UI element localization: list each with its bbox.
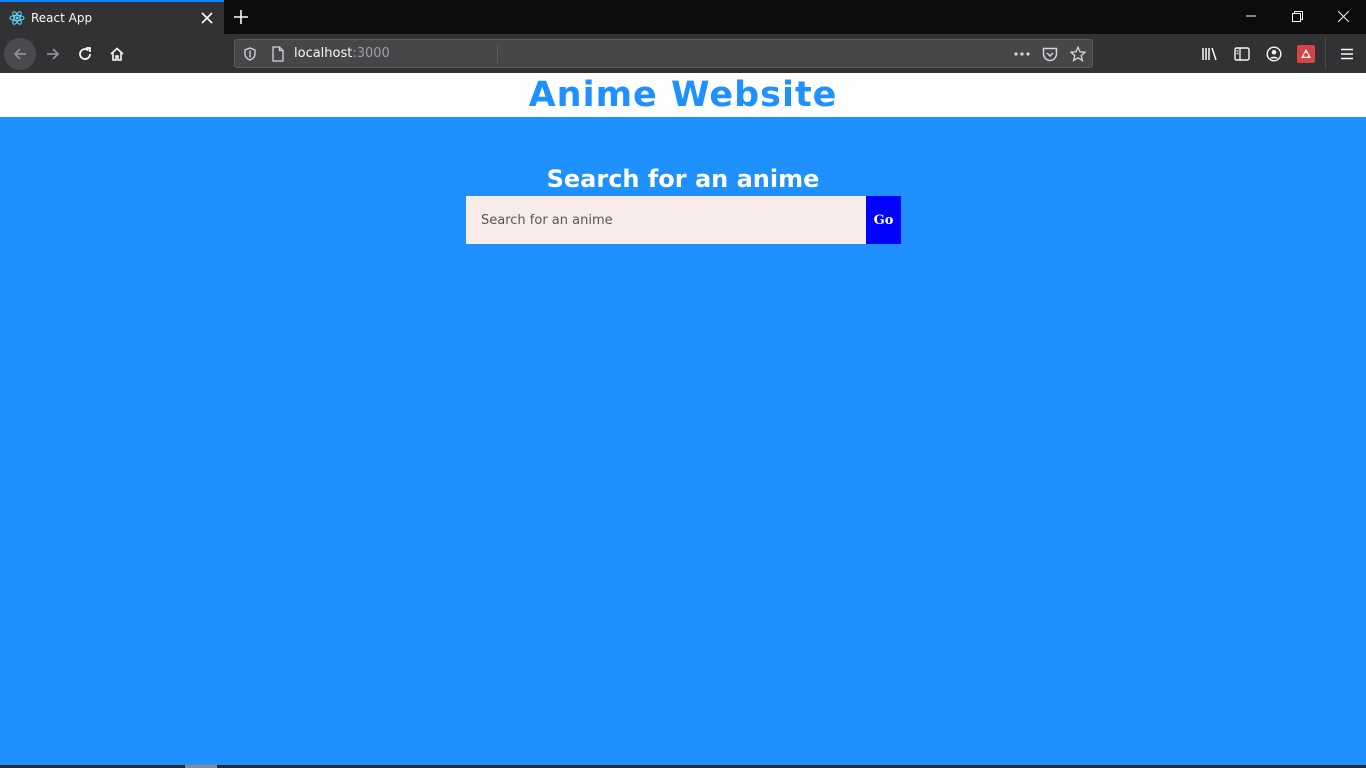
go-button[interactable]: Go [866,196,901,244]
browser-tab[interactable]: React App [0,0,224,34]
sidebar-icon[interactable] [1232,44,1252,64]
url-separator [497,45,498,63]
shield-icon[interactable] [242,46,258,62]
extension-icon[interactable] [1296,44,1316,64]
search-heading: Search for an anime [546,165,820,193]
back-arrow-icon[interactable] [4,38,36,70]
forward-arrow-icon[interactable] [37,38,69,70]
reload-icon[interactable] [69,38,101,70]
url-host: localhost [294,46,353,61]
restore-icon[interactable] [1274,0,1320,32]
account-icon[interactable] [1264,44,1284,64]
search-form: Go [466,196,901,244]
menu-icon[interactable] [1337,44,1357,64]
close-window-icon[interactable] [1320,0,1366,32]
minimize-icon[interactable] [1228,0,1274,32]
url-bar[interactable]: localhost:3000 [234,39,1093,68]
star-icon[interactable] [1070,46,1086,62]
plus-icon[interactable] [230,6,252,28]
site-title: Anime Website [528,75,838,115]
url-port: :3000 [352,46,390,61]
tab-title: React App [31,11,93,25]
library-icon[interactable] [1200,44,1220,64]
close-icon[interactable] [198,9,216,27]
page-content: Anime Website Search for an anime Go [0,73,1366,768]
navigation-toolbar: localhost:3000 [0,34,1366,73]
home-icon[interactable] [101,38,133,70]
toolbar-separator [1325,38,1326,70]
search-input[interactable] [466,196,866,244]
more-dots-icon[interactable] [1014,46,1030,62]
site-header: Anime Website [0,73,1366,117]
url-text[interactable]: localhost:3000 [294,46,390,61]
page-icon[interactable] [270,46,286,62]
react-logo-icon [9,10,25,26]
tab-strip: React App [0,0,1366,34]
pocket-icon[interactable] [1042,46,1058,62]
